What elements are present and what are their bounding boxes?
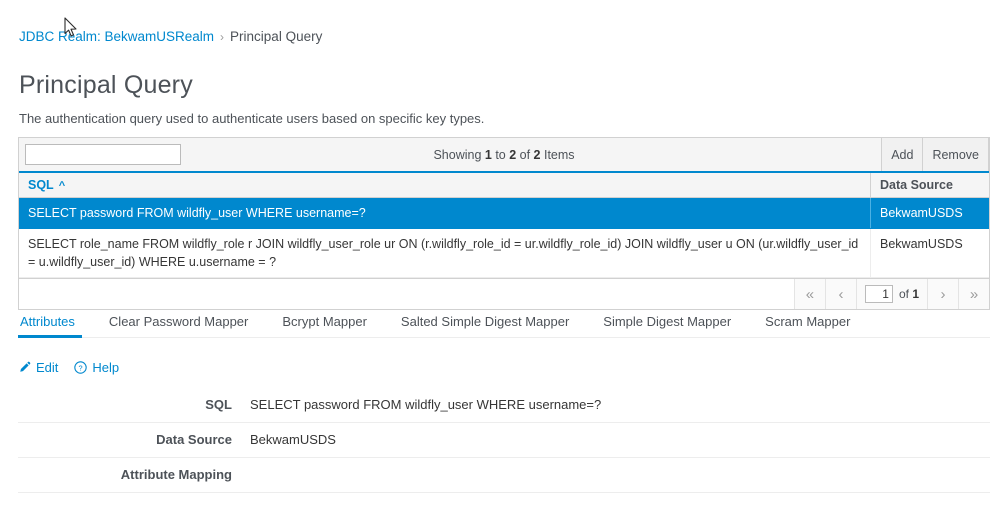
pagination-page-box: of 1 — [855, 279, 927, 309]
detail-label: Data Source — [156, 432, 232, 447]
table-cell-sql: SELECT role_name FROM wildfly_role r JOI… — [19, 228, 871, 278]
detail-label: SQL — [205, 397, 232, 412]
breadcrumb-current: Principal Query — [230, 29, 323, 44]
tab-scram-mapper[interactable]: Scram Mapper — [748, 315, 867, 337]
svg-text:?: ? — [79, 363, 83, 372]
pagination-total-pages: of 1 — [899, 287, 919, 301]
column-header-data-source[interactable]: Data Source — [870, 173, 989, 198]
pagination-of-label: of — [898, 287, 913, 301]
breadcrumb: JDBC Realm: BekwamUSRealm › Principal Quer… — [19, 28, 322, 46]
help-link-label: Help — [92, 360, 120, 375]
pagination-total-pages-value: 1 — [912, 287, 919, 301]
pagination-first-button[interactable]: « — [793, 279, 825, 309]
detail-row: SQL SELECT password FROM wildfly_user WHE… — [18, 388, 990, 423]
table-toolbar: Showing 1 to 2 of 2 Items Add Remove — [19, 138, 989, 173]
table-action-buttons: Add Remove — [881, 138, 989, 171]
detail-label: Attribute Mapping — [120, 467, 232, 482]
table-header-row: SQL ^ Data Source — [19, 173, 989, 198]
breadcrumb-link-parent[interactable]: JDBC Realm: BekwamUSRealm — [19, 29, 214, 44]
table-pagination: « ‹ of 1 › » — [19, 278, 989, 309]
detail-tabs: Attributes Clear Password Mapper Bcrypt Ma… — [18, 310, 990, 338]
principal-query-table-panel: Showing 1 to 2 of 2 Items Add Remove SQL… — [18, 137, 990, 310]
showing-suffix: Items — [540, 147, 575, 162]
tab-bcrypt-mapper[interactable]: Bcrypt Mapper — [265, 315, 384, 337]
table-head: SQL ^ Data Source — [19, 173, 989, 198]
breadcrumb-separator-icon: › — [220, 30, 225, 44]
showing-to: 2 — [509, 147, 517, 162]
pagination-page-input[interactable] — [864, 285, 893, 303]
remove-button[interactable]: Remove — [923, 138, 989, 171]
principal-query-table: SQL ^ Data Source SELECT password FROM wi… — [19, 173, 989, 278]
add-button[interactable]: Add — [881, 138, 924, 171]
table-row[interactable]: SELECT role_name FROM wildfly_role r JOI… — [19, 228, 989, 278]
table-cell-sql: SELECT password FROM wildfly_user WHERE … — [19, 197, 871, 229]
column-header-sql[interactable]: SQL ^ — [19, 173, 871, 198]
showing-mid2: of — [516, 147, 534, 162]
detail-row: Attribute Mapping — [18, 458, 990, 493]
tab-simple-digest-mapper[interactable]: Simple Digest Mapper — [586, 315, 748, 337]
table-body: SELECT password FROM wildfly_user WHERE … — [19, 197, 989, 278]
help-link[interactable]: ? Help — [74, 360, 119, 375]
sort-ascending-icon: ^ — [58, 180, 66, 192]
detail-row: Data Source BekwamUSDS — [18, 423, 990, 458]
table-row[interactable]: SELECT password FROM wildfly_user WHERE … — [19, 197, 989, 229]
edit-link[interactable]: Edit — [18, 360, 58, 375]
showing-mid: to — [491, 147, 510, 162]
help-circle-icon: ? — [74, 361, 88, 374]
detail-actions: Edit ? Help — [18, 360, 119, 375]
page-title: Principal Query — [19, 71, 193, 99]
pencil-icon — [18, 361, 31, 374]
attributes-detail-list: SQL SELECT password FROM wildfly_user WHE… — [18, 388, 990, 493]
page-description: The authentication query used to authent… — [19, 111, 485, 126]
showing-prefix: Showing — [433, 147, 485, 162]
detail-value: BekwamUSDS — [250, 432, 336, 447]
pagination-prev-button[interactable]: ‹ — [824, 279, 856, 309]
column-header-sql-label: SQL — [28, 178, 54, 192]
table-cell-data-source: BekwamUSDS — [870, 228, 989, 278]
pagination-next-button[interactable]: › — [927, 279, 958, 309]
search-input[interactable] — [25, 144, 181, 165]
showing-total: 2 — [533, 147, 541, 162]
edit-link-label: Edit — [36, 360, 59, 375]
tab-attributes[interactable]: Attributes — [18, 315, 92, 338]
detail-value: SELECT password FROM wildfly_user WHERE … — [250, 397, 602, 412]
tab-salted-simple-digest-mapper[interactable]: Salted Simple Digest Mapper — [384, 315, 586, 337]
table-cell-data-source: BekwamUSDS — [870, 197, 989, 229]
tab-clear-password-mapper[interactable]: Clear Password Mapper — [92, 315, 265, 337]
pagination-last-button[interactable]: » — [958, 279, 989, 309]
showing-items-text: Showing 1 to 2 of 2 Items — [433, 148, 574, 162]
